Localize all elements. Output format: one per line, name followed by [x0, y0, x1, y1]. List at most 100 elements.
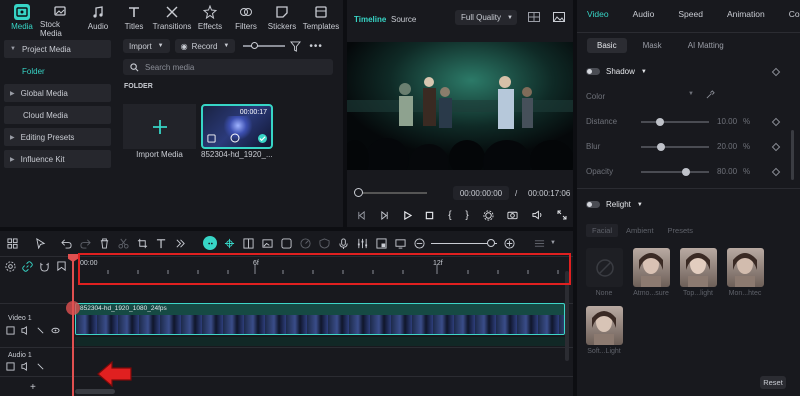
prev-frame-icon[interactable] [357, 210, 366, 220]
lock-icon[interactable] [36, 362, 45, 371]
tab-timeline[interactable]: Timeline [354, 15, 386, 24]
subtab-ai-matting[interactable]: AI Matting [678, 38, 734, 53]
render-settings-icon[interactable] [483, 209, 494, 221]
grid-view-icon[interactable] [528, 12, 540, 22]
blur-slider[interactable] [641, 143, 709, 151]
preset-top-light[interactable] [680, 248, 717, 287]
more-tools-icon[interactable] [173, 236, 187, 250]
properties-scrollbar[interactable] [791, 130, 794, 180]
crop-icon[interactable] [135, 236, 149, 250]
opacity-slider[interactable] [641, 168, 709, 176]
slider-knob[interactable] [251, 42, 259, 49]
speed-icon[interactable] [298, 236, 312, 250]
display-icon[interactable] [393, 236, 407, 250]
camera-snapshot-icon[interactable] [507, 210, 518, 220]
zoom-out-icon[interactable] [412, 236, 426, 250]
tab-transitions[interactable]: Transitions [152, 0, 192, 34]
playhead-marker[interactable] [66, 301, 80, 315]
media-clip-thumbnail[interactable]: 00:00:17 [201, 104, 273, 149]
reset-button[interactable]: Reset [760, 376, 786, 389]
preset-mono[interactable] [727, 248, 764, 287]
playhead[interactable] [72, 257, 74, 396]
sidebar-item-editing-presets[interactable]: ▶ Editing Presets [4, 128, 111, 146]
delete-icon[interactable] [97, 236, 111, 250]
layout-menu-icon[interactable] [532, 236, 546, 250]
thumbnail-size-slider[interactable] [243, 39, 286, 53]
tab-templates[interactable]: Templates [300, 0, 342, 34]
record-button[interactable]: ◉ Record ▼ [174, 39, 236, 53]
subtab-mask[interactable]: Mask [633, 38, 672, 53]
preset-soft-light[interactable] [586, 306, 623, 345]
sidebar-item-cloud-media[interactable]: Cloud Media [4, 106, 111, 124]
quality-select[interactable]: Full Quality ▼ [455, 10, 517, 25]
current-time[interactable]: 00:00:00:00 [453, 186, 509, 200]
import-media-tile[interactable] [123, 104, 196, 149]
tab-titles[interactable]: Titles [116, 0, 152, 34]
slider-knob[interactable] [656, 118, 664, 126]
shadow-toggle[interactable] [586, 68, 600, 75]
tab-filters[interactable]: Filters [228, 0, 264, 34]
add-track-icon[interactable] [6, 362, 15, 371]
distance-slider[interactable] [641, 118, 709, 126]
auto-reframe-icon[interactable] [222, 236, 236, 250]
preset-atmosphere[interactable] [633, 248, 670, 287]
shield-icon[interactable] [317, 236, 331, 250]
tab-audio[interactable]: Audio [633, 9, 655, 27]
play-icon[interactable] [403, 210, 412, 220]
subtab-basic[interactable]: Basic [587, 38, 627, 53]
tab-color[interactable]: Color [789, 9, 800, 27]
blur-value[interactable]: 20.00% [717, 142, 750, 151]
sidebar-item-project-media[interactable]: ▼ Project Media [4, 40, 111, 58]
scissors-icon[interactable] [116, 236, 130, 250]
chevron-down-icon[interactable]: ▼ [637, 202, 643, 208]
redo-icon[interactable] [78, 236, 92, 250]
tab-presets[interactable]: Presets [668, 224, 693, 237]
undo-icon[interactable] [59, 236, 73, 250]
volume-icon[interactable] [21, 362, 30, 371]
track-settings-icon[interactable] [5, 261, 16, 272]
eyedropper-icon[interactable] [706, 90, 715, 99]
distance-value[interactable]: 10.00% [717, 117, 750, 126]
sidebar-item-folder[interactable]: Folder [4, 62, 111, 80]
seek-knob[interactable] [354, 188, 363, 197]
link-icon[interactable] [22, 261, 33, 272]
eye-icon[interactable] [51, 326, 60, 335]
tab-media[interactable]: Media [4, 0, 40, 34]
timeline-video-clip[interactable]: 852304-hd_1920_1080_24fps [75, 303, 565, 335]
mark-in-icon[interactable]: { [448, 210, 451, 221]
marker-icon[interactable] [56, 261, 67, 272]
select-tool-icon[interactable] [33, 236, 47, 250]
mark-out-icon[interactable]: } [465, 210, 468, 221]
text-tool-icon[interactable] [154, 236, 168, 250]
split-screen-icon[interactable] [241, 236, 255, 250]
tab-stickers[interactable]: Stickers [264, 0, 300, 34]
chevron-down-icon[interactable]: ▼ [550, 240, 556, 246]
volume-icon[interactable] [21, 326, 30, 335]
sidebar-item-influence-kit[interactable]: ▶ Influence Kit [4, 150, 111, 168]
tab-animation[interactable]: Animation [727, 9, 765, 27]
chevron-down-icon[interactable]: ▼ [688, 91, 694, 97]
next-frame-icon[interactable] [380, 210, 389, 220]
preset-none[interactable] [586, 248, 623, 287]
slider-knob[interactable] [487, 238, 495, 247]
zoom-slider[interactable] [431, 238, 497, 249]
tab-video[interactable]: Video [587, 9, 609, 27]
more-options-icon[interactable]: ••• [309, 41, 323, 52]
tab-stock-media[interactable]: Stock Media [40, 0, 80, 38]
zoom-in-icon[interactable] [502, 236, 516, 250]
tab-facial[interactable]: Facial [586, 224, 619, 237]
opacity-value[interactable]: 80.00% [717, 167, 750, 176]
fullscreen-icon[interactable] [557, 210, 567, 220]
grid-layout-icon[interactable] [5, 236, 19, 250]
sidebar-item-global-media[interactable]: ▶ Global Media [4, 84, 111, 102]
add-track-icon[interactable] [6, 326, 15, 335]
slider-knob[interactable] [682, 168, 690, 176]
tab-ambient[interactable]: Ambient [626, 224, 654, 237]
tab-audio[interactable]: Audio [80, 0, 116, 34]
preview-seek-bar[interactable] [357, 192, 427, 194]
tab-speed[interactable]: Speed [678, 9, 703, 27]
tab-source[interactable]: Source [391, 15, 416, 24]
microphone-icon[interactable] [336, 236, 350, 250]
search-input[interactable]: Search media [123, 59, 333, 75]
import-button[interactable]: Import ▼ [123, 39, 170, 53]
